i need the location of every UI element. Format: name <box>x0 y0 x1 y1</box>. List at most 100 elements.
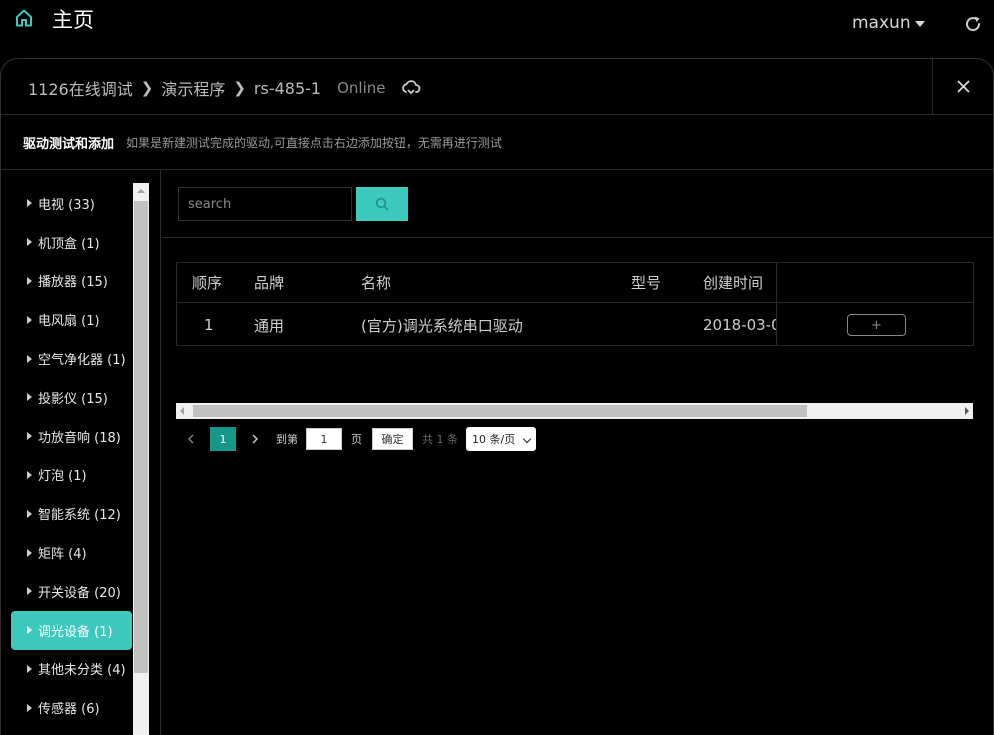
caret-right-icon <box>27 664 32 673</box>
section-title: 驱动测试和添加 <box>23 136 115 152</box>
panel-header: 1126在线调试 ❯ 演示程序 ❯ rs-485-1 Online <box>1 59 993 115</box>
category-label: 电风扇 (1) <box>38 314 100 330</box>
username: maxun <box>852 13 911 33</box>
sidebar-scrollbar[interactable] <box>133 183 149 735</box>
caret-right-icon <box>27 315 32 324</box>
category-label: 调光设备 (1) <box>38 624 113 640</box>
home-icon[interactable] <box>14 8 34 28</box>
category-label: 播放器 (15) <box>38 275 108 291</box>
cell-index: 1 <box>204 316 214 334</box>
page-unit-label: 页 <box>351 433 362 446</box>
search-input[interactable] <box>178 187 352 221</box>
scroll-left-arrow-icon[interactable] <box>180 407 184 415</box>
caret-right-icon <box>27 626 32 635</box>
table-header: 顺序 品牌 名称 型号 创建时间 <box>177 263 973 303</box>
category-label: 灯泡 (1) <box>38 469 87 485</box>
sidebar-category-item[interactable]: 电风扇 (1) <box>11 300 132 339</box>
caret-right-icon <box>27 703 32 712</box>
goto-label: 到第 <box>276 433 298 446</box>
header-model: 型号 <box>631 274 662 292</box>
top-bar: 主页 maxun <box>0 0 994 58</box>
category-label: 传感器 (6) <box>38 702 100 718</box>
chevron-down-icon <box>522 434 532 444</box>
chevron-right-icon: ❯ <box>233 79 246 97</box>
fixed-column-divider <box>776 263 777 345</box>
category-label: 空气净化器 (1) <box>38 353 126 369</box>
category-label: 机顶盒 (1) <box>38 236 100 252</box>
driver-panel: 1126在线调试 ❯ 演示程序 ❯ rs-485-1 Online 驱动测试和添… <box>0 58 994 735</box>
cell-brand: 通用 <box>254 316 285 335</box>
scroll-thumb[interactable] <box>193 405 807 417</box>
sidebar-category-item[interactable]: 智能系统 (12) <box>11 494 132 533</box>
prev-page-icon[interactable] <box>186 434 196 444</box>
category-list: 电视 (33) 机顶盒 (1) 播放器 (15) 电风扇 (1) 空气净化器 (1) 投影… <box>11 184 132 727</box>
table-row[interactable]: 1 通用 (官方)调光系统串口驱动 2018-03-0 + <box>177 304 973 345</box>
category-label: 矩阵 (4) <box>38 547 87 563</box>
pagination: 1 到第 页 确定 共 1 条 10 条/页 <box>186 427 536 451</box>
page-title: 主页 <box>52 8 94 32</box>
scroll-up-arrow-icon[interactable] <box>133 183 149 199</box>
section-hint: 如果是新建测试完成的驱动,可直接点击右边添加按钮，无需再进行测试 <box>126 135 502 150</box>
page-size-value: 10 条/页 <box>472 433 516 446</box>
header-name: 名称 <box>361 274 392 292</box>
add-driver-button[interactable]: + <box>847 314 906 336</box>
category-sidebar: 电视 (33) 机顶盒 (1) 播放器 (15) 电风扇 (1) 空气净化器 (1) 投影… <box>1 170 161 735</box>
sidebar-category-item[interactable]: 调光设备 (1) <box>11 610 132 650</box>
caret-right-icon <box>27 276 32 285</box>
next-page-icon[interactable] <box>250 434 260 444</box>
caret-right-icon <box>27 587 32 596</box>
page-number-active[interactable]: 1 <box>210 427 236 451</box>
sidebar-category-item[interactable]: 其他未分类 (4) <box>11 650 132 689</box>
sidebar-category-item[interactable]: 开关设备 (20) <box>11 572 132 611</box>
header-index: 顺序 <box>192 274 223 292</box>
sidebar-category-item[interactable]: 灯泡 (1) <box>11 456 132 495</box>
category-label: 功放音响 (18) <box>38 430 121 446</box>
sidebar-category-item[interactable]: 机顶盒 (1) <box>11 223 132 262</box>
driver-table: 顺序 品牌 名称 型号 创建时间 1 通用 (官方)调光系统串口驱动 2018-… <box>176 262 974 346</box>
sidebar-category-item[interactable]: 传感器 (6) <box>11 688 132 727</box>
goto-confirm-button[interactable]: 确定 <box>372 428 413 450</box>
header-created: 创建时间 <box>703 274 764 292</box>
cell-name: (官方)调光系统串口驱动 <box>361 316 523 335</box>
category-label: 开关设备 (20) <box>38 585 121 601</box>
sidebar-category-item[interactable]: 播放器 (15) <box>11 262 132 301</box>
goto-page-input[interactable] <box>306 428 342 450</box>
page-size-select[interactable]: 10 条/页 <box>466 427 536 451</box>
sidebar-category-item[interactable]: 电视 (33) <box>11 184 132 223</box>
table-horizontal-scrollbar[interactable] <box>176 403 973 419</box>
scroll-thumb[interactable] <box>134 201 148 673</box>
close-button[interactable] <box>932 59 993 114</box>
close-icon <box>956 80 970 93</box>
online-status: Online <box>337 79 386 97</box>
breadcrumb-item[interactable]: 演示程序 <box>161 76 225 100</box>
breadcrumb: 1126在线调试 ❯ 演示程序 ❯ rs-485-1 Online <box>28 76 421 100</box>
sidebar-category-item[interactable]: 投影仪 (15) <box>11 378 132 417</box>
sidebar-category-item[interactable]: 功放音响 (18) <box>11 417 132 456</box>
category-label: 其他未分类 (4) <box>38 663 126 679</box>
cloud-sync-icon[interactable] <box>401 79 421 97</box>
scroll-right-arrow-icon[interactable] <box>965 407 969 415</box>
search-button[interactable] <box>356 187 408 221</box>
caret-right-icon <box>27 432 32 441</box>
search-icon <box>375 197 389 211</box>
total-count: 共 1 条 <box>422 433 458 446</box>
caret-down-icon <box>914 21 925 27</box>
refresh-icon[interactable] <box>963 14 983 34</box>
breadcrumb-item[interactable]: 1126在线调试 <box>28 76 133 100</box>
search-bar <box>162 170 993 238</box>
sidebar-category-item[interactable]: 矩阵 (4) <box>11 533 132 572</box>
category-label: 电视 (33) <box>38 197 95 213</box>
category-label: 投影仪 (15) <box>38 391 108 407</box>
caret-right-icon <box>27 470 32 479</box>
caret-right-icon <box>27 238 32 247</box>
caret-right-icon <box>27 199 32 208</box>
category-label: 智能系统 (12) <box>38 508 121 524</box>
caret-right-icon <box>27 393 32 402</box>
chevron-right-icon: ❯ <box>140 79 154 97</box>
caret-right-icon <box>27 354 32 363</box>
caret-right-icon <box>27 548 32 557</box>
header-brand: 品牌 <box>254 274 285 292</box>
sidebar-category-item[interactable]: 空气净化器 (1) <box>11 339 132 378</box>
breadcrumb-item[interactable]: rs-485-1 <box>254 79 321 98</box>
user-menu[interactable]: maxun <box>852 13 925 33</box>
